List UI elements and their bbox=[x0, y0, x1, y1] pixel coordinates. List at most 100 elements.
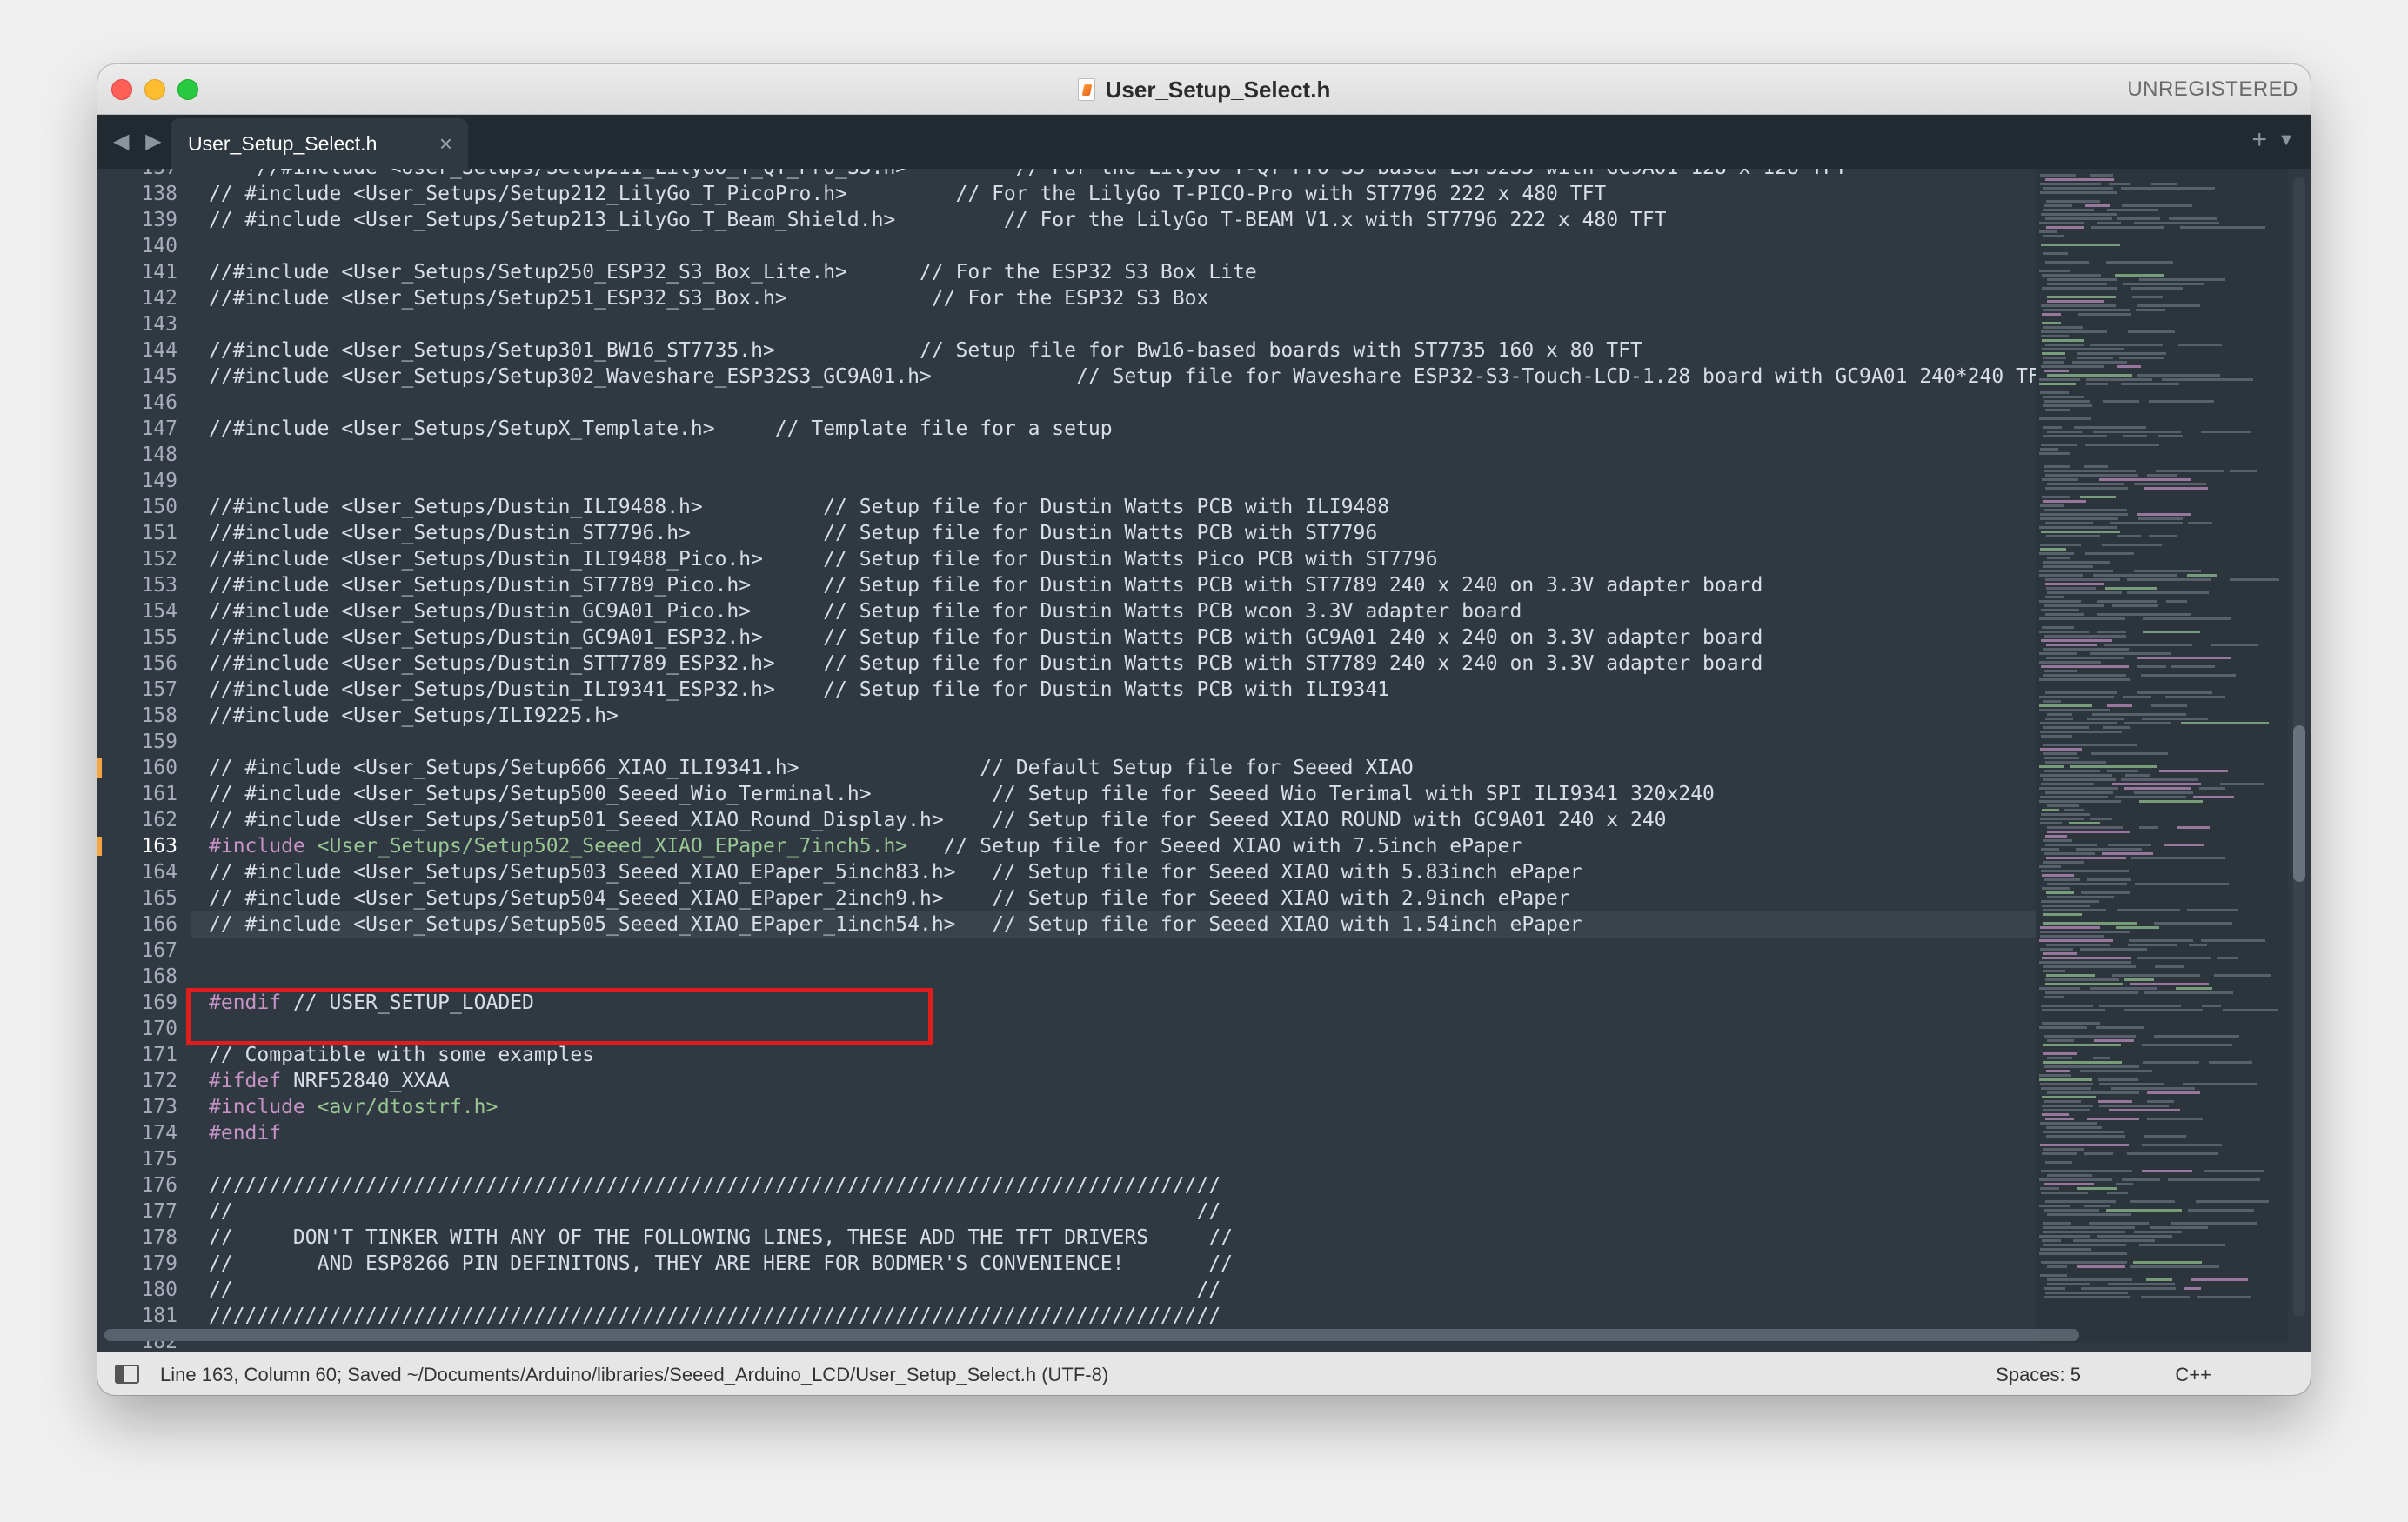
code-editor[interactable]: 1371381391401411421431441451461471481491… bbox=[97, 169, 2311, 1352]
tab-nav-arrows-icon[interactable]: ◀ ▶ bbox=[113, 129, 167, 154]
line-number[interactable]: 168 bbox=[97, 964, 191, 990]
code-line[interactable]: // #include <User_Setups/Setup504_Seeed_… bbox=[209, 885, 2123, 911]
code-line[interactable]: #ifdef NRF52840_XXAA bbox=[209, 1068, 2123, 1094]
line-number[interactable]: 172 bbox=[97, 1068, 191, 1094]
code-line[interactable]: //#include <User_Setups/Dustin_GC9A01_Pi… bbox=[209, 598, 2123, 624]
code-line[interactable]: // #include <User_Setups/Setup666_XIAO_I… bbox=[209, 755, 2123, 781]
code-line[interactable] bbox=[209, 468, 2123, 494]
code-line[interactable]: // DON'T TINKER WITH ANY OF THE FOLLOWIN… bbox=[209, 1225, 2123, 1251]
code-line[interactable] bbox=[209, 390, 2123, 416]
code-line[interactable]: ////////////////////////////////////////… bbox=[209, 1303, 2123, 1329]
line-number[interactable]: 162 bbox=[97, 807, 191, 833]
line-number[interactable]: 175 bbox=[97, 1146, 191, 1172]
code-line[interactable]: //#include <User_Setups/Setup250_ESP32_S… bbox=[209, 259, 2123, 285]
line-number[interactable]: 171 bbox=[97, 1042, 191, 1068]
line-number[interactable]: 166 bbox=[97, 911, 191, 938]
code-line[interactable]: //#include <User_Setups/SetupX_Template.… bbox=[209, 416, 2123, 442]
new-tab-icon[interactable]: + bbox=[2251, 125, 2267, 155]
line-number[interactable]: 160 bbox=[97, 755, 191, 781]
line-number[interactable]: 155 bbox=[97, 624, 191, 651]
code-line[interactable]: // #include <User_Setups/Setup212_LilyGo… bbox=[209, 181, 2123, 207]
line-number[interactable]: 137 bbox=[97, 169, 191, 181]
code-line[interactable] bbox=[209, 938, 2123, 964]
line-number[interactable]: 138 bbox=[97, 181, 191, 207]
code-line[interactable]: // // bbox=[209, 1198, 2123, 1225]
line-number[interactable]: 176 bbox=[97, 1172, 191, 1198]
tab-close-icon[interactable]: × bbox=[439, 130, 452, 157]
line-number[interactable]: 158 bbox=[97, 703, 191, 729]
code-line[interactable] bbox=[209, 442, 2123, 468]
code-line[interactable]: // #include <User_Setups/Setup213_LilyGo… bbox=[209, 207, 2123, 233]
code-line[interactable]: ////////////////////////////////////////… bbox=[209, 1172, 2123, 1198]
code-line[interactable]: // AND ESP8266 PIN DEFINITONS, THEY ARE … bbox=[209, 1251, 2123, 1277]
line-number[interactable]: 170 bbox=[97, 1016, 191, 1042]
tab-user-setup-select[interactable]: User_Setup_Select.h × bbox=[171, 118, 468, 169]
code-line[interactable]: // Compatible with some examples bbox=[209, 1042, 2123, 1068]
code-line[interactable]: //#include <User_Setups/Dustin_ST7789_Pi… bbox=[209, 572, 2123, 598]
line-number[interactable]: 139 bbox=[97, 207, 191, 233]
line-number[interactable]: 156 bbox=[97, 651, 191, 677]
code-line[interactable]: //#include <User_Setups/Setup301_BW16_ST… bbox=[209, 337, 2123, 364]
line-number[interactable]: 151 bbox=[97, 520, 191, 546]
code-line[interactable]: // #include <User_Setups/Setup505_Seeed_… bbox=[209, 911, 2123, 938]
code-line[interactable]: //#include <User_Setups/Dustin_ST7796.h>… bbox=[209, 520, 2123, 546]
line-number[interactable]: 178 bbox=[97, 1225, 191, 1251]
line-number[interactable]: 149 bbox=[97, 468, 191, 494]
code-line[interactable]: // #include <User_Setups/Setup501_Seeed_… bbox=[209, 807, 2123, 833]
code-line[interactable]: //#include <User_Setups/Dustin_GC9A01_ES… bbox=[209, 624, 2123, 651]
code-line[interactable]: // #include <User_Setups/Setup503_Seeed_… bbox=[209, 859, 2123, 885]
line-number[interactable]: 161 bbox=[97, 781, 191, 807]
line-number[interactable]: 147 bbox=[97, 416, 191, 442]
line-number[interactable]: 163 bbox=[97, 833, 191, 859]
code-line[interactable] bbox=[209, 729, 2123, 755]
line-number[interactable]: 179 bbox=[97, 1251, 191, 1277]
code-line[interactable] bbox=[209, 1146, 2123, 1172]
code-line[interactable] bbox=[209, 964, 2123, 990]
code-line[interactable]: //#include <User_Setups/Setup302_Wavesha… bbox=[209, 364, 2123, 390]
line-number[interactable]: 177 bbox=[97, 1198, 191, 1225]
code-line[interactable]: #include <avr/dtostrf.h> bbox=[209, 1094, 2123, 1120]
tab-menu-chevron-icon[interactable]: ▼ bbox=[2278, 130, 2295, 150]
line-number[interactable]: 167 bbox=[97, 938, 191, 964]
line-number[interactable]: 153 bbox=[97, 572, 191, 598]
code-line[interactable]: //#include <User_Setups/Dustin_ILI9341_E… bbox=[209, 677, 2123, 703]
horizontal-scrollbar[interactable] bbox=[104, 1329, 2079, 1341]
line-number[interactable]: 181 bbox=[97, 1303, 191, 1329]
code-line[interactable]: //#include <User_Setups/ILI9225.h> bbox=[209, 703, 2123, 729]
code-line[interactable]: //#include <User_Setups/Dustin_STT7789_E… bbox=[209, 651, 2123, 677]
line-number[interactable]: 140 bbox=[97, 233, 191, 259]
line-number-gutter[interactable]: 1371381391401411421431441451461471481491… bbox=[97, 169, 191, 1352]
sidebar-toggle-icon[interactable] bbox=[115, 1365, 139, 1384]
code-line[interactable]: // #include <User_Setups/Setup500_Seeed_… bbox=[209, 781, 2123, 807]
line-number[interactable]: 146 bbox=[97, 390, 191, 416]
line-number[interactable]: 180 bbox=[97, 1277, 191, 1303]
line-number[interactable]: 164 bbox=[97, 859, 191, 885]
line-number[interactable]: 173 bbox=[97, 1094, 191, 1120]
code-line[interactable]: //#include <User_Setups/Setup211_LilyGo_… bbox=[209, 169, 2123, 181]
line-number[interactable]: 165 bbox=[97, 885, 191, 911]
code-line[interactable]: #include <User_Setups/Setup502_Seeed_XIA… bbox=[209, 833, 2123, 859]
syntax-selector[interactable]: C++ bbox=[2175, 1364, 2211, 1386]
line-number[interactable]: 141 bbox=[97, 259, 191, 285]
code-line[interactable] bbox=[209, 311, 2123, 337]
code-line[interactable]: // // bbox=[209, 1277, 2123, 1303]
minimap[interactable] bbox=[2036, 169, 2288, 1343]
code-line[interactable] bbox=[209, 233, 2123, 259]
vertical-scrollbar-thumb[interactable] bbox=[2293, 725, 2305, 882]
line-number[interactable]: 143 bbox=[97, 311, 191, 337]
code-text-area[interactable]: //#include <User_Setups/Setup211_LilyGo_… bbox=[209, 169, 2123, 1352]
line-number[interactable]: 142 bbox=[97, 285, 191, 311]
indentation-setting[interactable]: Spaces: 5 bbox=[1996, 1364, 2081, 1386]
line-number[interactable]: 157 bbox=[97, 677, 191, 703]
line-number[interactable]: 145 bbox=[97, 364, 191, 390]
line-number[interactable]: 150 bbox=[97, 494, 191, 520]
line-number[interactable]: 154 bbox=[97, 598, 191, 624]
code-line[interactable]: //#include <User_Setups/Dustin_ILI9488_P… bbox=[209, 546, 2123, 572]
line-number[interactable]: 148 bbox=[97, 442, 191, 468]
line-number[interactable]: 159 bbox=[97, 729, 191, 755]
code-line[interactable]: //#include <User_Setups/Dustin_ILI9488.h… bbox=[209, 494, 2123, 520]
code-line[interactable]: //#include <User_Setups/Setup251_ESP32_S… bbox=[209, 285, 2123, 311]
line-number[interactable]: 152 bbox=[97, 546, 191, 572]
line-number[interactable]: 144 bbox=[97, 337, 191, 364]
code-line[interactable]: #endif bbox=[209, 1120, 2123, 1146]
